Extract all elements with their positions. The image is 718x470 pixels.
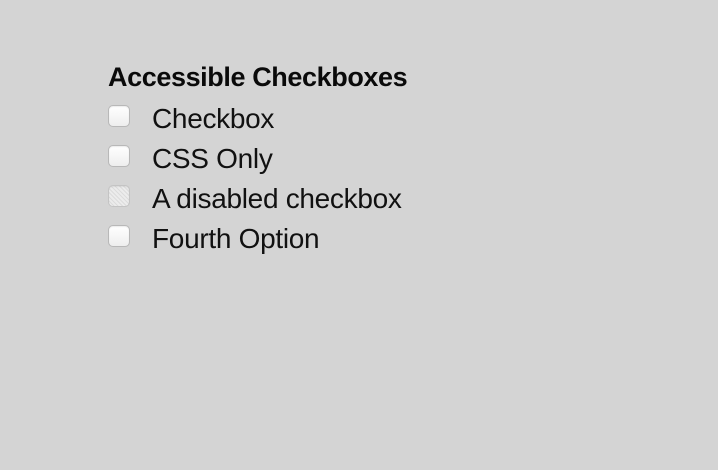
checkbox-label[interactable]: Checkbox: [152, 99, 274, 139]
checkbox-list: Checkbox CSS Only A disabled checkbox Fo…: [108, 99, 608, 259]
page-title: Accessible Checkboxes: [108, 62, 408, 92]
checkbox-label[interactable]: Fourth Option: [152, 219, 320, 259]
checkbox-label[interactable]: CSS Only: [152, 139, 273, 179]
checkbox-option-disabled: A disabled checkbox: [108, 179, 608, 219]
checkbox-input[interactable]: [108, 145, 130, 167]
checkbox-label: A disabled checkbox: [152, 183, 402, 214]
checkbox-input[interactable]: [108, 105, 130, 127]
disabled-checkbox-input: [108, 185, 130, 207]
checkbox-panel: Accessible Checkboxes Checkbox CSS Only …: [108, 58, 608, 259]
checkbox-option-fourth[interactable]: Fourth Option: [108, 219, 608, 259]
checkbox-option-checkbox[interactable]: Checkbox: [108, 99, 608, 139]
checkbox-option-css-only[interactable]: CSS Only: [108, 139, 608, 179]
checkbox-input[interactable]: [108, 225, 130, 247]
